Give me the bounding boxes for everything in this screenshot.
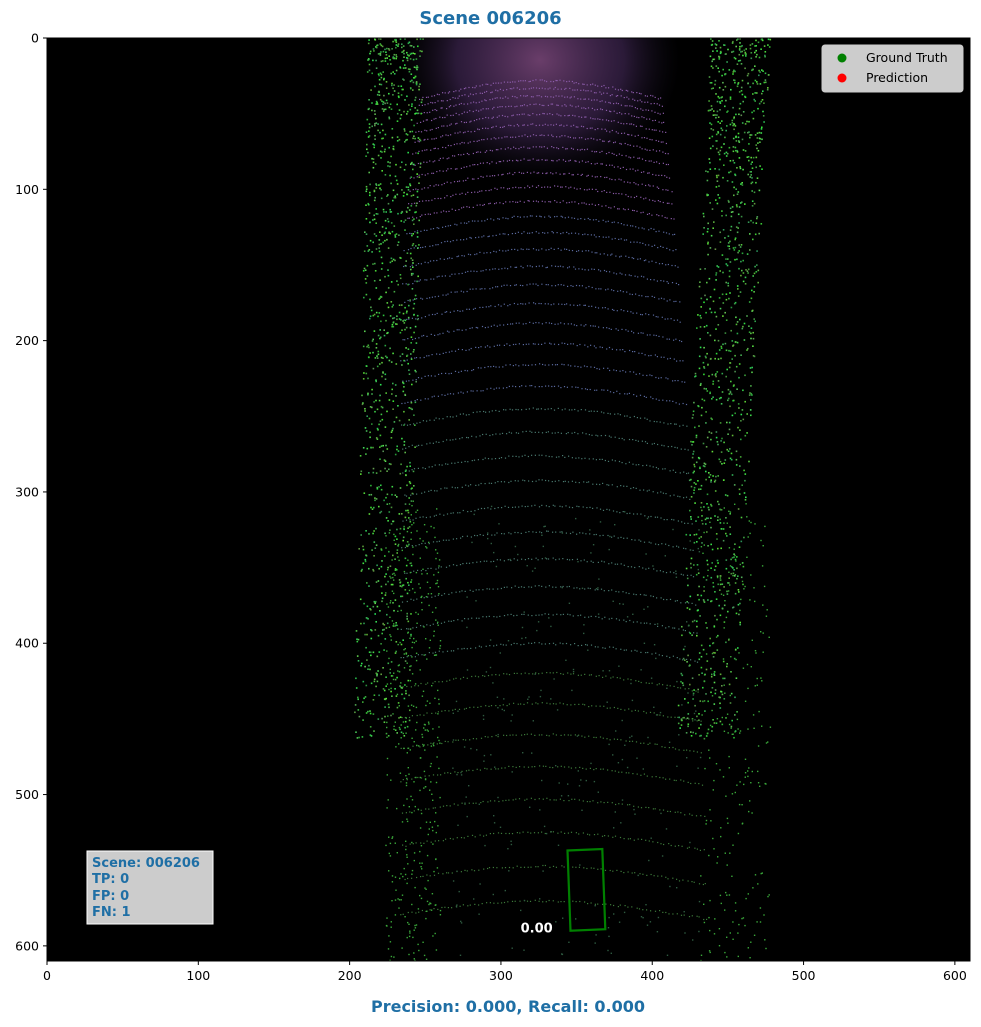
legend-pred-marker	[837, 73, 847, 83]
y-tick-label: 600	[15, 938, 39, 953]
x-tick-label: 100	[186, 968, 210, 983]
x-tick-label: 600	[943, 968, 967, 983]
x-tick-label: 500	[792, 968, 816, 983]
box-annotations: 0.00	[521, 922, 553, 937]
y-tick-label: 300	[15, 484, 39, 499]
box-score-label: 0.00	[521, 922, 553, 937]
x-tick-label: 0	[43, 968, 51, 983]
x-tick-label: 200	[338, 968, 362, 983]
y-tick-label: 100	[15, 182, 39, 197]
stats-tp: TP: 0	[92, 872, 129, 887]
legend-gt-marker	[837, 53, 847, 63]
stats-fp: FP: 0	[92, 889, 129, 904]
y-axis-ticks: 0 100 200 300 400 500 600	[15, 31, 47, 953]
stats-fn: FN: 1	[92, 905, 131, 920]
x-axis-ticks: 0 100 200 300 400 500 600	[43, 961, 967, 983]
y-tick-label: 500	[15, 787, 39, 802]
legend: Ground Truth Prediction	[821, 44, 964, 93]
y-tick-label: 400	[15, 636, 39, 651]
legend-pred-label: Prediction	[866, 70, 928, 85]
x-tick-label: 300	[489, 968, 513, 983]
precision-recall-footer: Precision: 0.000, Recall: 0.000	[370, 997, 646, 1016]
legend-gt-label: Ground Truth	[866, 50, 948, 65]
x-tick-label: 400	[640, 968, 664, 983]
stats-scene: Scene: 006206	[92, 856, 200, 871]
stats-box: Scene: 006206 TP: 0 FP: 0 FN: 1	[86, 850, 214, 925]
y-tick-label: 200	[15, 333, 39, 348]
y-tick-label: 0	[31, 31, 39, 46]
chart-figure: 0.00 0 100 200 300 400 500 600 0 100 200 300 400 50…	[15, 31, 971, 983]
